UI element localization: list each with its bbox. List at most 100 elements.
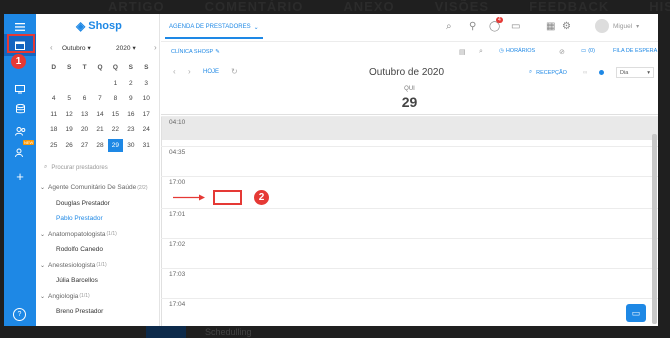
- provider-item[interactable]: Júlia Barcellos: [40, 273, 158, 289]
- link-icon[interactable]: ∞: [583, 70, 587, 76]
- bg-tab: VISÕES: [434, 0, 490, 14]
- day-cell[interactable]: 24: [139, 126, 154, 133]
- messages-button[interactable]: ▭ (0): [581, 48, 595, 54]
- day-cell[interactable]: 16: [123, 111, 138, 118]
- logo: ◈ Shosp: [76, 19, 122, 33]
- tab-agenda-prestadores[interactable]: AGENDA DE PRESTADORES ⌄: [165, 24, 263, 39]
- view-select[interactable]: Dia ▾: [616, 67, 654, 78]
- fila-espera-button[interactable]: FILA DE ESPERA: [613, 48, 657, 54]
- day-cell[interactable]: 13: [77, 111, 92, 118]
- search-icon[interactable]: ⌕: [479, 48, 483, 56]
- weekday: Q: [97, 64, 103, 72]
- day-cell[interactable]: 5: [61, 95, 76, 102]
- weekday: S: [128, 64, 133, 72]
- day-cell-selected[interactable]: 29: [107, 138, 124, 152]
- time-slot[interactable]: 17:02: [161, 238, 658, 268]
- background-bottom: Schedulling: [0, 326, 670, 338]
- day-cell[interactable]: 12: [61, 111, 76, 118]
- logo-icon: ◈: [76, 19, 86, 33]
- time-slot[interactable]: 17:01: [161, 208, 658, 238]
- year-select[interactable]: 2020 ▾: [116, 42, 136, 54]
- prev-month-icon[interactable]: ‹: [50, 43, 53, 52]
- notification-badge: 4: [496, 17, 503, 23]
- search-placeholder: Procurar prestadores: [51, 164, 108, 171]
- refresh-icon[interactable]: ↻: [231, 67, 238, 76]
- horarios-button[interactable]: ◷ HORÁRIOS: [499, 48, 535, 54]
- search-icon[interactable]: ⌕: [446, 21, 452, 32]
- sub-bar: CLÍNICA SHOSP ✎ ▤ ⌕ ◷ HORÁRIOS ⊘ ▭ (0) F…: [161, 42, 658, 62]
- day-cell[interactable]: 3: [139, 80, 154, 87]
- check-icon[interactable]: ⊘: [559, 48, 565, 56]
- database-icon[interactable]: [4, 98, 36, 120]
- pencil-icon: ✎: [215, 49, 220, 55]
- day-cell[interactable]: 20: [77, 126, 92, 133]
- recepcao-button[interactable]: ⌕ RECEPÇÃO: [529, 69, 567, 76]
- background-text: Schedulling: [205, 327, 252, 337]
- user-menu[interactable]: Miguel ▾: [595, 19, 639, 33]
- day-cell[interactable]: 10: [139, 95, 154, 102]
- rocket-icon[interactable]: ⚲: [469, 21, 476, 32]
- day-cell[interactable]: 11: [46, 111, 61, 118]
- chat-support-button[interactable]: ▭: [626, 304, 646, 322]
- time-label: 04:10: [169, 119, 186, 126]
- date-navbar: ‹ › HOJE ↻ Outubro de 2020 ⌕ RECEPÇÃO ∞ …: [161, 63, 658, 83]
- day-cell[interactable]: 15: [108, 111, 123, 118]
- scrollbar[interactable]: [652, 134, 657, 324]
- day-cell[interactable]: 23: [123, 126, 138, 133]
- group-icon[interactable]: [4, 120, 36, 142]
- grid-icon[interactable]: ▦: [546, 21, 555, 32]
- mini-calendar: D S T Q Q S S 1 2 3 4 5 6 7 8 9 10 11 12…: [46, 60, 154, 153]
- today-button[interactable]: HOJE: [203, 69, 219, 75]
- plus-icon[interactable]: +: [4, 165, 36, 187]
- provider-group[interactable]: ⌄ Agente Comunitário De Saúde (2/2): [40, 180, 158, 196]
- help-icon[interactable]: ?: [13, 308, 26, 321]
- provider-item[interactable]: Breno Prestador: [40, 304, 158, 320]
- time-slot[interactable]: 04:35: [161, 146, 658, 176]
- provider-item[interactable]: Douglas Prestador: [40, 196, 158, 212]
- day-cell[interactable]: 17: [139, 111, 154, 118]
- monitor-icon[interactable]: ▭: [511, 21, 520, 32]
- provider-item[interactable]: Rodolfo Canedo: [40, 242, 158, 258]
- day-cell[interactable]: 8: [108, 95, 123, 102]
- status-dot[interactable]: [599, 70, 604, 75]
- next-day-icon[interactable]: ›: [188, 67, 191, 76]
- provider-group[interactable]: ⌄ Anatomopatologista (1/1): [40, 227, 158, 243]
- day-cell[interactable]: 31: [139, 142, 154, 149]
- day-cell[interactable]: 28: [92, 142, 107, 149]
- chevron-down-icon: ▾: [647, 69, 650, 76]
- monitor-icon[interactable]: [4, 78, 36, 100]
- provider-group[interactable]: ⌄ Anestesiologista (1/1): [40, 258, 158, 274]
- day-cell[interactable]: 18: [46, 126, 61, 133]
- prev-day-icon[interactable]: ‹: [173, 67, 176, 76]
- time-label: 17:03: [169, 271, 186, 278]
- next-month-icon[interactable]: ›: [154, 43, 157, 52]
- day-cell[interactable]: 2: [123, 80, 138, 87]
- day-cell[interactable]: 1: [108, 80, 123, 87]
- print-icon[interactable]: ▤: [459, 48, 466, 56]
- provider-group[interactable]: ⌄ Angiologia (1/1): [40, 289, 158, 305]
- day-cell[interactable]: 19: [61, 126, 76, 133]
- time-slot[interactable]: 17:04: [161, 298, 658, 326]
- arrow-right-icon: [173, 194, 205, 201]
- clinic-selector[interactable]: CLÍNICA SHOSP ✎: [171, 49, 220, 55]
- day-cell[interactable]: 22: [108, 126, 123, 133]
- day-cell[interactable]: 4: [46, 95, 61, 102]
- provider-item[interactable]: Pablo Prestador: [40, 211, 158, 227]
- provider-search[interactable]: ⌕ Procurar prestadores: [44, 164, 108, 171]
- calendar-panel: ◈ Shosp ‹ Outubro ▾ 2020 ▾ › D S T Q Q S: [36, 14, 160, 326]
- user-new-icon[interactable]: [4, 142, 36, 164]
- group-count: (1/1): [96, 262, 107, 269]
- time-slot[interactable]: 17:03: [161, 268, 658, 298]
- day-cell[interactable]: 6: [77, 95, 92, 102]
- time-slot[interactable]: 04:10: [161, 116, 658, 140]
- day-cell[interactable]: 7: [92, 95, 107, 102]
- day-cell[interactable]: 25: [46, 142, 61, 149]
- month-select[interactable]: Outubro ▾: [62, 42, 91, 54]
- day-cell[interactable]: 30: [123, 142, 138, 149]
- day-cell[interactable]: 9: [123, 95, 138, 102]
- day-cell[interactable]: 27: [77, 142, 92, 149]
- day-cell[interactable]: 21: [92, 126, 107, 133]
- day-cell[interactable]: 26: [61, 142, 76, 149]
- gear-icon[interactable]: ⚙: [562, 21, 571, 32]
- day-cell[interactable]: 14: [92, 111, 107, 118]
